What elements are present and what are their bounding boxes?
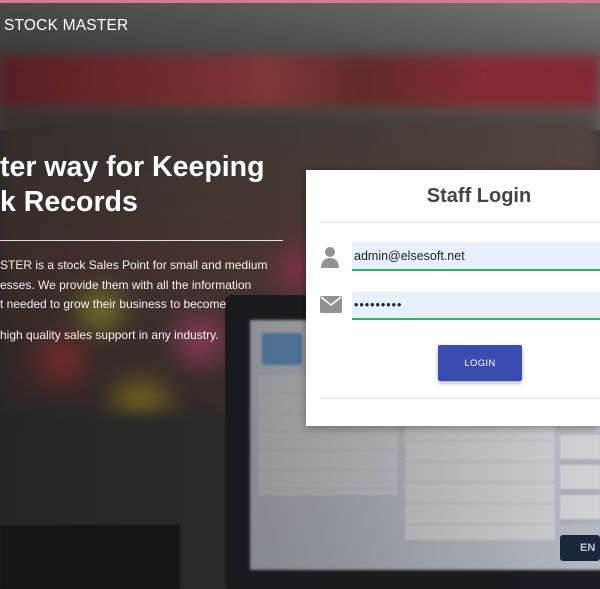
brand-title: STOCK MASTER [4, 17, 129, 34]
email-field[interactable] [352, 242, 600, 271]
envelope-icon [320, 296, 342, 313]
hero-description-line-2: esses. We provide them with all the info… [0, 277, 252, 292]
hero-description: STER is a stock Sales Point for small an… [0, 256, 300, 315]
login-card: Staff Login LOGIN [306, 170, 600, 426]
hero-divider [0, 240, 283, 241]
hero-headline: ter way for Keeping k Records [0, 150, 300, 220]
login-button[interactable]: LOGIN [438, 345, 522, 381]
hero-description-line-1: STER is a stock Sales Point for small an… [0, 258, 268, 272]
hero-description-2: high quality sales support in any indust… [0, 326, 300, 346]
login-footer-divider [320, 398, 600, 399]
hero-headline-line-2: k Records [0, 186, 138, 218]
login-title: Staff Login [426, 185, 532, 207]
hero-headline-line-1: ter way for Keeping [0, 151, 265, 183]
password-field[interactable] [352, 291, 600, 320]
hero-description-line-4: high quality sales support in any indust… [0, 327, 219, 342]
login-title-divider [320, 222, 600, 223]
top-accent-line [0, 0, 600, 3]
hero-description-line-3: t needed to grow their business to becom… [0, 297, 227, 311]
user-icon [320, 246, 340, 268]
hero-section: ter way for Keeping k Records STER is a … [0, 150, 300, 345]
